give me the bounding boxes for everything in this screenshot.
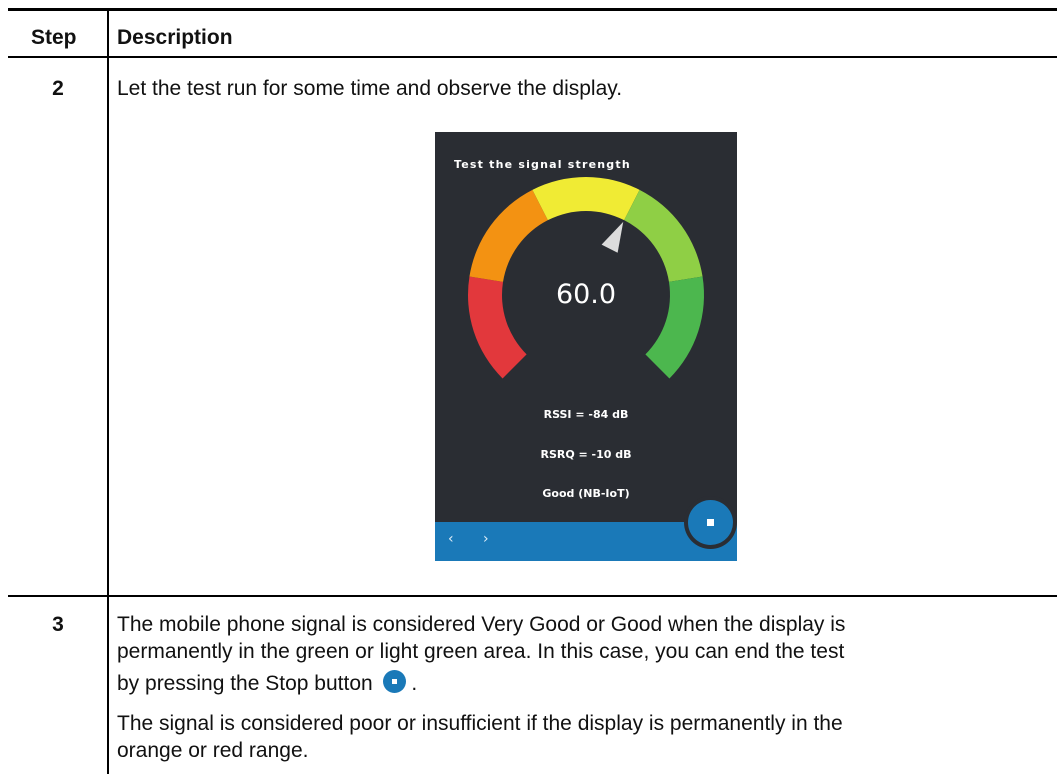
header-rule bbox=[8, 56, 1057, 58]
step-3-line-4: The signal is considered poor or insuffi… bbox=[117, 712, 843, 735]
rsrq-reading: RSRQ = -10 dB bbox=[540, 448, 632, 461]
network-quality: Good (NB-IoT) bbox=[542, 487, 630, 500]
gauge-value: 60.0 bbox=[555, 279, 617, 310]
step-number-3: 3 bbox=[52, 613, 64, 636]
step-2-description: Let the test run for some time and obser… bbox=[117, 77, 623, 100]
gauge-segment-orange bbox=[469, 189, 548, 282]
step-3-line-1: The mobile phone signal is considered Ve… bbox=[117, 613, 846, 636]
rssi-reading: RSSI = -84 dB bbox=[543, 408, 629, 421]
gauge-segment-light-green bbox=[624, 189, 703, 282]
row-rule bbox=[8, 595, 1057, 597]
signal-test-screenshot: Test the signal strength 60.0 RSSI = -84… bbox=[435, 132, 737, 561]
stop-icon bbox=[707, 519, 714, 526]
nav-back-icon[interactable]: ‹ bbox=[448, 531, 454, 547]
step-3-line-2: permanently in the green or light green … bbox=[117, 640, 845, 663]
header-step: Step bbox=[31, 26, 77, 49]
gauge-segment-yellow bbox=[532, 177, 640, 221]
step-3-line-3-text: by pressing the Stop button bbox=[117, 672, 373, 695]
step-number-2: 2 bbox=[52, 77, 64, 100]
step-3-line-3: by pressing the Stop button . bbox=[117, 670, 417, 697]
gauge-needle bbox=[601, 221, 624, 253]
nav-forward-icon[interactable]: › bbox=[483, 531, 489, 547]
step-3-line-3-end: . bbox=[411, 672, 418, 695]
table-top-rule bbox=[8, 8, 1057, 11]
step-3-line-5: orange or red range. bbox=[117, 739, 309, 762]
header-description: Description bbox=[117, 26, 233, 49]
inline-stop-icon bbox=[382, 670, 406, 693]
stop-button[interactable] bbox=[688, 500, 733, 545]
column-divider bbox=[107, 11, 109, 774]
